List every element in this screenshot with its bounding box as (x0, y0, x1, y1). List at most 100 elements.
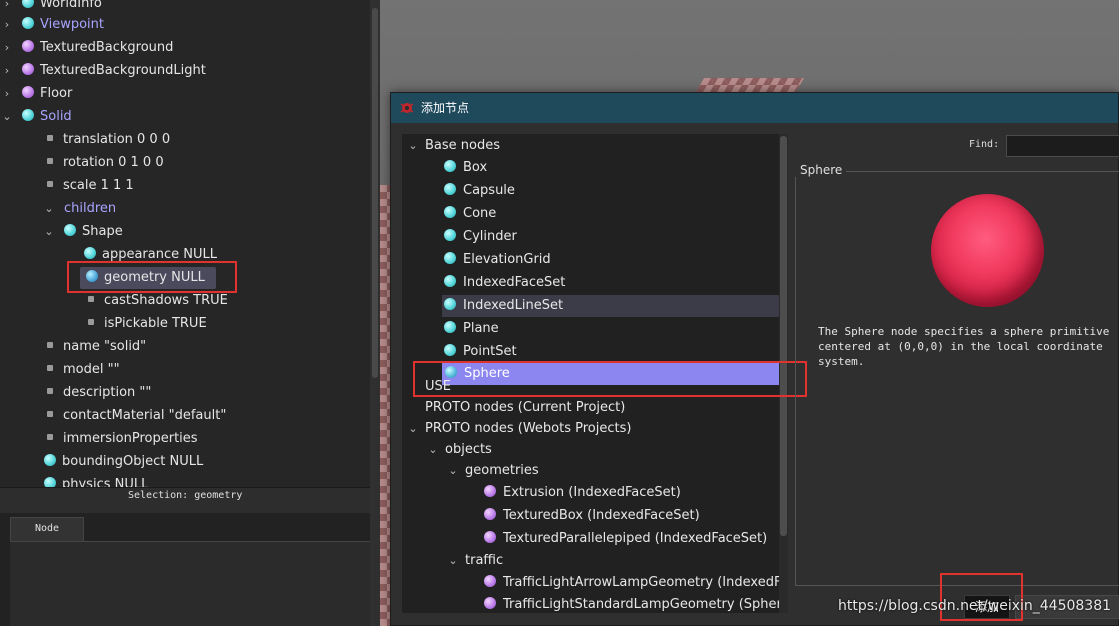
node-icon (22, 0, 34, 8)
tree-group-traffic[interactable]: ⌄ traffic (448, 550, 503, 572)
tree-item-texturedbackground[interactable]: › TexturedBackground (5, 37, 173, 59)
scrollbar-thumb[interactable] (372, 8, 378, 378)
node-icon (444, 183, 456, 195)
node-item-texturedbox[interactable]: TexturedBox (IndexedFaceSet) (484, 505, 700, 527)
node-icon (64, 224, 76, 236)
node-description: The Sphere node specifies a sphere primi… (818, 325, 1110, 368)
chevron-down-icon[interactable]: ⌄ (447, 550, 459, 572)
field-editor-area (10, 541, 370, 626)
node-icon (44, 454, 56, 466)
proto-node-icon (484, 485, 496, 497)
chevron-down-icon[interactable]: ⌄ (427, 439, 439, 461)
chevron-down-icon[interactable]: ⌄ (407, 418, 419, 440)
tree-item-solid[interactable]: ⌄ Solid (2, 106, 72, 128)
chevron-down-icon[interactable]: ⌄ (1, 106, 13, 128)
chevron-right-icon[interactable]: › (1, 0, 13, 15)
add-node-dialog: 添加节点 ⌄ Base nodes Box Capsule Cone Cylind… (390, 92, 1119, 626)
node-item-capsule[interactable]: Capsule (444, 180, 515, 202)
dialog-title: 添加节点 (421, 101, 470, 115)
node-item-plane[interactable]: Plane (444, 318, 499, 340)
chevron-down-icon[interactable]: ⌄ (43, 198, 55, 220)
chevron-right-icon[interactable]: › (1, 83, 13, 105)
node-item-cylinder[interactable]: Cylinder (444, 226, 517, 248)
node-icon (22, 109, 34, 121)
find-input[interactable] (1006, 135, 1119, 157)
tree-field-ispickable[interactable]: isPickable TRUE (88, 313, 207, 335)
dialog-titlebar[interactable]: 添加节点 (391, 93, 1118, 123)
node-icon (444, 344, 456, 356)
field-icon (47, 342, 53, 348)
field-icon (47, 434, 53, 440)
node-icon (444, 275, 456, 287)
tree-field-model[interactable]: model "" (47, 359, 120, 381)
sphere-preview-image (931, 194, 1044, 307)
tree-field-name[interactable]: name "solid" (47, 336, 146, 358)
node-item-indexedfaceset[interactable]: IndexedFaceSet (444, 272, 565, 294)
proto-node-icon (22, 63, 34, 75)
tree-field-physics[interactable]: physics NULL (44, 474, 148, 487)
chevron-right-icon[interactable]: › (1, 14, 13, 36)
scene-tree[interactable]: › WorldInfo › Viewpoint › TexturedBackgroun… (0, 0, 370, 487)
tree-group-base-nodes[interactable]: ⌄ Base nodes (408, 135, 500, 157)
node-item-box[interactable]: Box (444, 157, 487, 179)
tree-field-children[interactable]: ⌄ children (44, 198, 116, 220)
preview-title: Sphere (795, 163, 847, 177)
webots-app-icon (400, 103, 414, 113)
node-icon (444, 229, 456, 241)
tree-group-proto-current[interactable]: PROTO nodes (Current Project) (425, 397, 625, 419)
node-icon (444, 321, 456, 333)
tree-field-immersionproperties[interactable]: immersionProperties (47, 428, 198, 450)
proto-node-icon (484, 575, 496, 587)
scrollbar-thumb[interactable] (780, 136, 787, 536)
tree-item-texturedbackgroundlight[interactable]: › TexturedBackgroundLight (5, 60, 206, 82)
proto-node-icon (22, 86, 34, 98)
proto-node-icon (22, 40, 34, 52)
node-item-elevationgrid[interactable]: ElevationGrid (444, 249, 551, 271)
chevron-right-icon[interactable]: › (1, 37, 13, 59)
node-item-texturedparallelepiped[interactable]: TexturedParallelepiped (IndexedFaceSet) (484, 528, 767, 550)
tree-field-boundingobject[interactable]: boundingObject NULL (44, 451, 203, 473)
highlight-box-sphere (413, 361, 807, 397)
tree-item-worldinfo[interactable]: › WorldInfo (5, 0, 102, 15)
tree-item-viewpoint[interactable]: › Viewpoint (5, 14, 104, 36)
node-item-indexedlineset[interactable]: IndexedLineSet (442, 295, 779, 317)
proto-node-icon (484, 531, 496, 543)
tree-group-geometries[interactable]: ⌄ geometries (448, 460, 538, 482)
chevron-right-icon[interactable]: › (1, 60, 13, 82)
node-icon (444, 298, 456, 310)
node-item-trafficlightstandardlampgeometry[interactable]: TrafficLightStandardLampGeometry (Sphere… (484, 594, 779, 613)
tree-group-objects[interactable]: ⌄ objects (428, 439, 491, 461)
selection-status: Selection: geometry (0, 487, 370, 513)
field-icon (47, 388, 53, 394)
field-icon (88, 319, 94, 325)
tree-field-translation[interactable]: translation 0 0 0 (47, 129, 170, 151)
find-label: Find: (969, 139, 1000, 150)
chevron-down-icon[interactable]: ⌄ (407, 135, 419, 157)
tree-item-floor[interactable]: › Floor (5, 83, 72, 105)
node-icon (22, 17, 34, 29)
tab-node[interactable]: Node (10, 517, 84, 541)
node-icon (444, 160, 456, 172)
node-item-pointset[interactable]: PointSet (444, 341, 517, 363)
tree-field-rotation[interactable]: rotation 0 1 0 0 (47, 152, 164, 174)
floor-checker (380, 185, 390, 626)
chevron-down-icon[interactable]: ⌄ (43, 221, 55, 243)
tree-field-castshadows[interactable]: castShadows TRUE (88, 290, 228, 312)
node-item-extrusion[interactable]: Extrusion (IndexedFaceSet) (484, 482, 681, 504)
field-icon (47, 181, 53, 187)
node-item-trafficlightarrowlampgeometry[interactable]: TrafficLightArrowLampGeometry (IndexedFa… (484, 572, 779, 594)
chevron-down-icon[interactable]: ⌄ (447, 460, 459, 482)
tree-field-scale[interactable]: scale 1 1 1 (47, 175, 134, 197)
tree-item-shape[interactable]: ⌄ Shape (44, 221, 123, 243)
highlight-box-geometry (67, 261, 237, 293)
floor-checker (695, 78, 805, 92)
tree-group-proto-webots[interactable]: ⌄ PROTO nodes (Webots Projects) (408, 418, 631, 440)
tree-field-description[interactable]: description "" (47, 382, 151, 404)
scene-tree-scrollbar[interactable] (370, 0, 380, 626)
watermark: https://blog.csdn.net/weixin_44508381 (838, 598, 1112, 614)
node-icon (444, 206, 456, 218)
field-icon (47, 411, 53, 417)
node-icon (84, 247, 96, 259)
tree-field-contactmaterial[interactable]: contactMaterial "default" (47, 405, 226, 427)
node-item-cone[interactable]: Cone (444, 203, 496, 225)
